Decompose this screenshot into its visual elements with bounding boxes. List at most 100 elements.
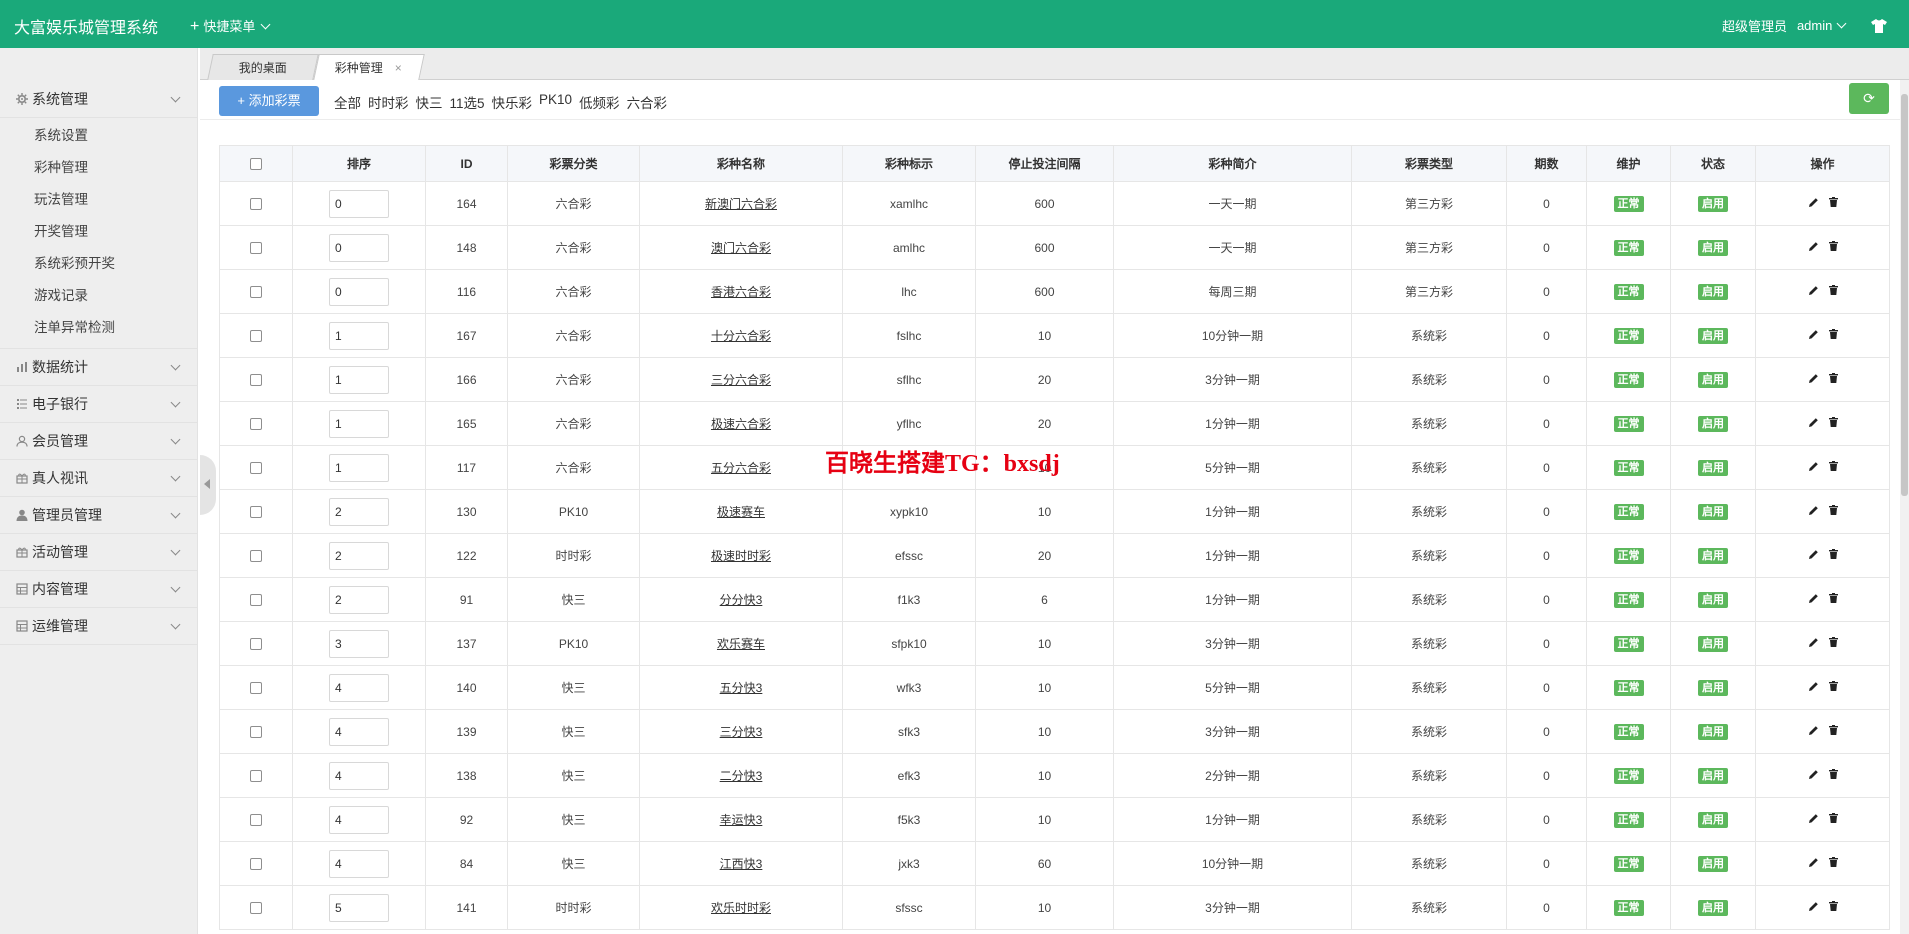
maintenance-badge[interactable]: 正常 [1613, 195, 1644, 212]
status-badge[interactable]: 启用 [1698, 899, 1728, 916]
delete-icon[interactable] [1828, 505, 1838, 515]
sidebar-item[interactable]: 玩法管理 [0, 184, 197, 216]
lottery-name-link[interactable]: 新澳门六合彩 [705, 197, 777, 211]
edit-icon[interactable] [1808, 241, 1819, 252]
maintenance-badge[interactable]: 正常 [1613, 459, 1644, 476]
sort-input[interactable] [329, 497, 389, 526]
edit-icon[interactable] [1808, 769, 1819, 780]
sort-input[interactable] [329, 409, 389, 438]
sort-input[interactable] [329, 453, 389, 482]
vertical-scrollbar[interactable] [1900, 80, 1909, 934]
delete-icon[interactable] [1828, 329, 1838, 339]
lottery-name-link[interactable]: 香港六合彩 [711, 285, 771, 299]
row-checkbox[interactable] [250, 286, 262, 299]
user-menu[interactable]: admin [1797, 18, 1847, 33]
maintenance-badge[interactable]: 正常 [1613, 723, 1644, 740]
sort-input[interactable] [329, 849, 389, 878]
maintenance-badge[interactable]: 正常 [1613, 283, 1644, 300]
filter-link[interactable]: 快乐彩 [492, 92, 533, 112]
edit-icon[interactable] [1808, 373, 1819, 384]
sort-input[interactable] [329, 277, 389, 306]
filter-link[interactable]: 低频彩 [579, 92, 620, 112]
sidebar-item[interactable]: 彩种管理 [0, 152, 197, 184]
row-checkbox[interactable] [250, 858, 262, 871]
status-badge[interactable]: 启用 [1698, 283, 1728, 300]
status-badge[interactable]: 启用 [1698, 503, 1728, 520]
delete-icon[interactable] [1828, 637, 1838, 647]
lottery-name-link[interactable]: 极速赛车 [717, 505, 765, 519]
sort-input[interactable] [329, 541, 389, 570]
lottery-name-link[interactable]: 极速六合彩 [711, 417, 771, 431]
status-badge[interactable]: 启用 [1698, 723, 1728, 740]
lottery-name-link[interactable]: 幸运快3 [720, 813, 763, 827]
select-all-checkbox[interactable] [250, 158, 262, 171]
delete-icon[interactable] [1828, 593, 1838, 603]
lottery-name-link[interactable]: 江西快3 [720, 857, 763, 871]
delete-icon[interactable] [1828, 461, 1838, 471]
edit-icon[interactable] [1808, 285, 1819, 296]
delete-icon[interactable] [1828, 681, 1838, 691]
sidebar-group-7[interactable]: 内容管理 [0, 571, 197, 608]
tab-desktop[interactable]: 我的桌面 [207, 54, 319, 80]
maintenance-badge[interactable]: 正常 [1613, 899, 1644, 916]
edit-icon[interactable] [1808, 637, 1819, 648]
row-checkbox[interactable] [250, 726, 262, 739]
sidebar-group-1[interactable]: 数据统计 [0, 349, 197, 386]
status-badge[interactable]: 启用 [1698, 855, 1728, 872]
filter-link[interactable]: PK10 [539, 92, 572, 112]
status-badge[interactable]: 启用 [1698, 415, 1728, 432]
tab-lottery-management[interactable]: 彩种管理 × [313, 54, 425, 80]
delete-icon[interactable] [1828, 813, 1838, 823]
row-checkbox[interactable] [250, 682, 262, 695]
status-badge[interactable]: 启用 [1698, 195, 1728, 212]
filter-link[interactable]: 11选5 [450, 92, 485, 112]
maintenance-badge[interactable]: 正常 [1613, 239, 1644, 256]
filter-link[interactable]: 时时彩 [368, 92, 409, 112]
lottery-name-link[interactable]: 欢乐时时彩 [711, 901, 771, 915]
row-checkbox[interactable] [250, 902, 262, 915]
delete-icon[interactable] [1828, 197, 1838, 207]
sidebar-item[interactable]: 开奖管理 [0, 216, 197, 248]
sort-input[interactable] [329, 189, 389, 218]
status-badge[interactable]: 启用 [1698, 811, 1728, 828]
sidebar-group-3[interactable]: 会员管理 [0, 423, 197, 460]
sort-input[interactable] [329, 805, 389, 834]
delete-icon[interactable] [1828, 769, 1838, 779]
sort-input[interactable] [329, 321, 389, 350]
status-badge[interactable]: 启用 [1698, 327, 1728, 344]
delete-icon[interactable] [1828, 857, 1838, 867]
edit-icon[interactable] [1808, 197, 1819, 208]
edit-icon[interactable] [1808, 901, 1819, 912]
maintenance-badge[interactable]: 正常 [1613, 371, 1644, 388]
lottery-name-link[interactable]: 极速时时彩 [711, 549, 771, 563]
row-checkbox[interactable] [250, 374, 262, 387]
edit-icon[interactable] [1808, 417, 1819, 428]
sidebar-group-0[interactable]: 系统管理 [0, 81, 197, 118]
status-badge[interactable]: 启用 [1698, 371, 1728, 388]
sort-input[interactable] [329, 629, 389, 658]
maintenance-badge[interactable]: 正常 [1613, 855, 1644, 872]
sort-input[interactable] [329, 673, 389, 702]
sort-input[interactable] [329, 365, 389, 394]
status-badge[interactable]: 启用 [1698, 459, 1728, 476]
row-checkbox[interactable] [250, 770, 262, 783]
row-checkbox[interactable] [250, 550, 262, 563]
lottery-name-link[interactable]: 五分六合彩 [711, 461, 771, 475]
skin-icon[interactable] [1871, 18, 1887, 33]
sidebar-item[interactable]: 注单异常检测 [0, 312, 197, 344]
maintenance-badge[interactable]: 正常 [1613, 415, 1644, 432]
sidebar-group-4[interactable]: 真人视讯 [0, 460, 197, 497]
filter-link[interactable]: 全部 [334, 92, 361, 112]
edit-icon[interactable] [1808, 461, 1819, 472]
row-checkbox[interactable] [250, 198, 262, 211]
maintenance-badge[interactable]: 正常 [1613, 679, 1644, 696]
edit-icon[interactable] [1808, 857, 1819, 868]
sidebar-group-2[interactable]: 电子银行 [0, 386, 197, 423]
lottery-name-link[interactable]: 五分快3 [720, 681, 763, 695]
sort-input[interactable] [329, 893, 389, 922]
sort-input[interactable] [329, 585, 389, 614]
close-icon[interactable]: × [395, 61, 402, 75]
lottery-name-link[interactable]: 三分快3 [720, 725, 763, 739]
filter-link[interactable]: 快三 [416, 92, 443, 112]
edit-icon[interactable] [1808, 681, 1819, 692]
